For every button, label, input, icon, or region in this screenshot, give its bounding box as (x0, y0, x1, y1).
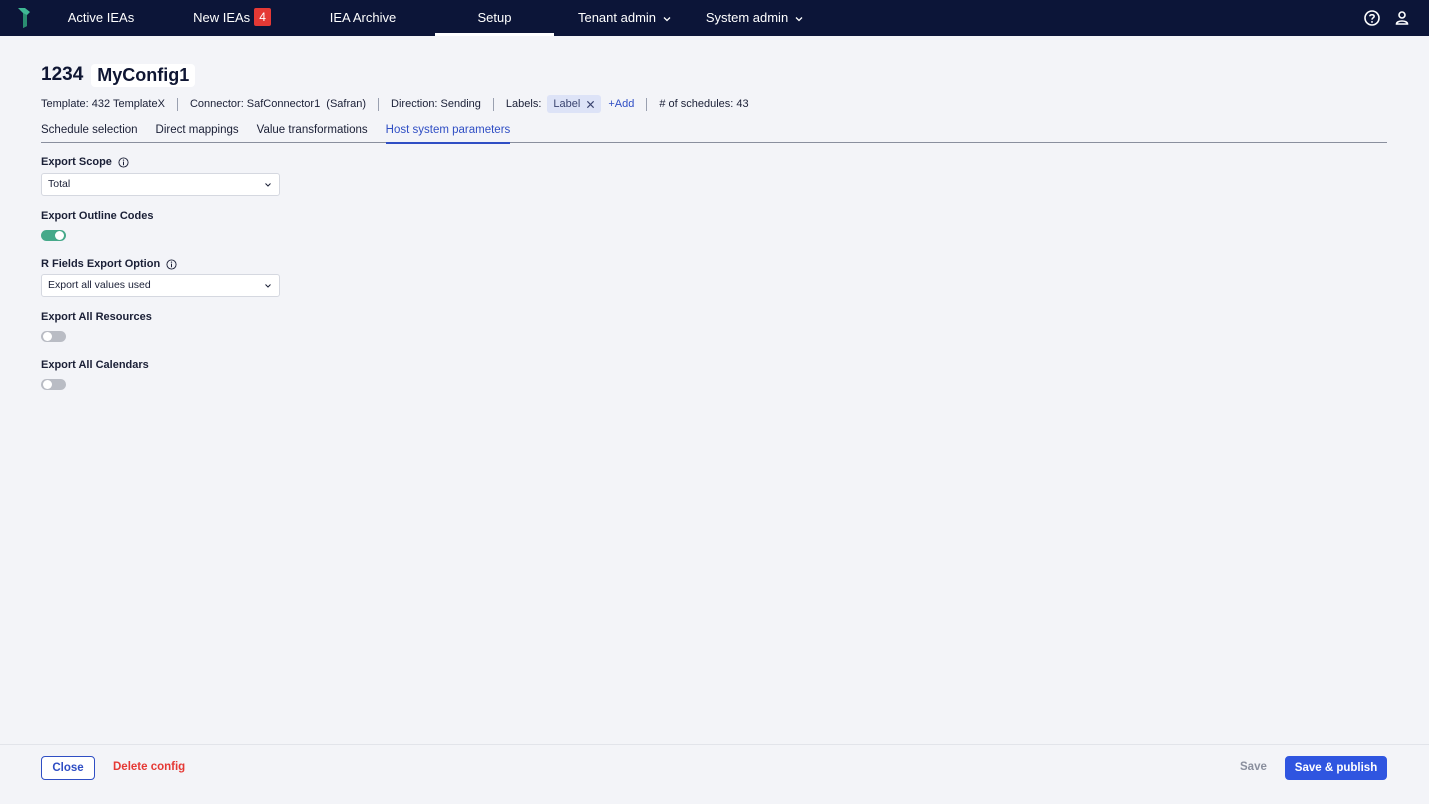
app-logo-icon[interactable] (14, 6, 34, 30)
footer-divider (0, 744, 1429, 745)
user-icon[interactable] (1393, 9, 1411, 27)
nav-active-ieas[interactable]: Active IEAs (56, 0, 146, 36)
label-chip: Label (547, 95, 602, 113)
tab-schedule-selection[interactable]: Schedule selection (41, 121, 138, 143)
nav-system-admin[interactable]: System admin (696, 0, 814, 36)
toggle-knob (43, 332, 52, 341)
config-title: 1234 MyConfig1 (41, 62, 196, 88)
chevron-down-icon (265, 284, 271, 288)
export-scope-label: Export Scope (41, 156, 129, 168)
nav-setup-label: Setup (477, 10, 512, 25)
config-tabs: Schedule selection Direct mappings Value… (41, 121, 1387, 144)
add-label-link[interactable]: +Add (608, 98, 634, 110)
config-meta: Template: 432 TemplateX Connector: SafCo… (41, 95, 749, 113)
meta-labels-title: Labels: (505, 98, 542, 110)
meta-divider (378, 97, 380, 111)
top-nav: Active IEAs New IEAs 4 IEA Archive Setup … (0, 0, 1429, 36)
nav-system-admin-label: System admin (705, 10, 789, 25)
nav-active-ieas-label: Active IEAs (67, 10, 135, 25)
save-publish-button[interactable]: Save & publish (1285, 756, 1387, 780)
nav-iea-archive[interactable]: IEA Archive (318, 0, 408, 36)
info-icon[interactable] (118, 156, 129, 168)
config-name-field[interactable]: MyConfig1 (91, 63, 196, 87)
nav-new-ieas[interactable]: New IEAs 4 (184, 0, 280, 36)
r-fields-export-option-label-text: R Fields Export Option (41, 258, 161, 270)
export-all-resources-label-text: Export All Resources (41, 311, 152, 323)
nav-tenant-admin[interactable]: Tenant admin (566, 0, 684, 36)
meta-divider (176, 97, 178, 111)
export-all-resources-label: Export All Resources (41, 311, 152, 323)
nav-new-ieas-label: New IEAs (193, 10, 251, 25)
toggle-knob (55, 231, 64, 240)
export-outline-codes-label-text: Export Outline Codes (41, 210, 154, 222)
meta-schedules: # of schedules: 43 (659, 98, 749, 110)
export-all-calendars-label-text: Export All Calendars (41, 359, 149, 371)
nav-iea-archive-label: IEA Archive (329, 10, 397, 25)
meta-divider (492, 97, 494, 111)
meta-divider (646, 97, 648, 111)
tab-direct-mappings[interactable]: Direct mappings (156, 121, 239, 143)
delete-config-button[interactable]: Delete config (113, 756, 185, 780)
export-all-calendars-toggle[interactable] (41, 379, 66, 390)
r-fields-export-option-label: R Fields Export Option (41, 258, 177, 270)
nav-tenant-admin-label: Tenant admin (577, 10, 657, 25)
export-all-calendars-label: Export All Calendars (41, 359, 149, 371)
export-outline-codes-toggle[interactable] (41, 230, 66, 241)
export-all-resources-toggle[interactable] (41, 331, 66, 342)
export-outline-codes-label: Export Outline Codes (41, 210, 153, 222)
tab-value-transformations[interactable]: Value transformations (257, 121, 368, 143)
tab-host-system-parameters[interactable]: Host system parameters (385, 121, 510, 144)
export-scope-label-text: Export Scope (41, 156, 112, 168)
chevron-down-icon (663, 16, 671, 21)
label-chip-text: Label (553, 98, 581, 110)
config-id: 1234 (41, 64, 84, 85)
close-button[interactable]: Close (41, 756, 95, 780)
nav-setup[interactable]: Setup (435, 0, 554, 36)
export-scope-value: Total (48, 178, 71, 190)
help-icon[interactable] (1363, 9, 1381, 27)
chevron-down-icon (795, 16, 803, 21)
meta-direction: Direction: Sending (391, 98, 481, 110)
meta-template: Template: 432 TemplateX (41, 98, 165, 110)
r-fields-export-option-value: Export all values used (48, 279, 151, 291)
new-ieas-count-badge: 4 (254, 8, 271, 26)
chevron-down-icon (265, 183, 271, 187)
meta-connector: Connector: SafConnector1 (Safran) (189, 98, 367, 110)
info-icon[interactable] (166, 258, 177, 270)
export-scope-select[interactable]: Total (41, 173, 280, 196)
save-button[interactable]: Save (1240, 756, 1267, 780)
toggle-knob (43, 380, 52, 389)
close-icon[interactable] (586, 100, 595, 109)
r-fields-export-option-select[interactable]: Export all values used (41, 274, 280, 297)
